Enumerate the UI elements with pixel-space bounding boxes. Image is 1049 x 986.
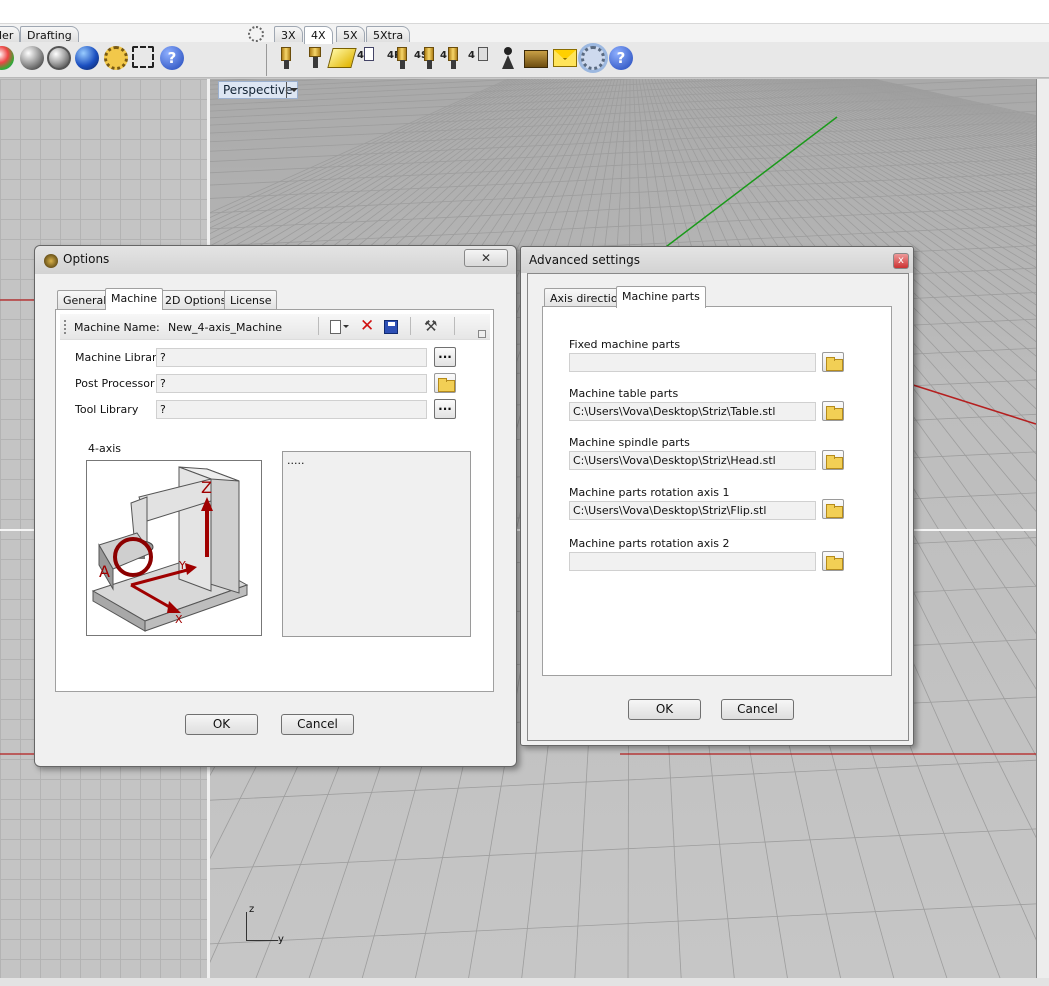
- drill-tool-icon[interactable]: [303, 46, 325, 70]
- help-icon-2[interactable]: ?: [609, 46, 633, 70]
- advanced-settings-dialog: Advanced settings x Axis direction Machi…: [520, 246, 914, 746]
- machine-name-label: Machine Name:: [74, 321, 160, 334]
- advanced-dialog-title: Advanced settings: [529, 253, 640, 267]
- machine-illustration: Z A Y X: [91, 466, 249, 632]
- machine-parts-panel: Fixed machine parts Machine table parts …: [542, 306, 892, 676]
- grip-handle[interactable]: [64, 320, 66, 334]
- envelope-icon[interactable]: [553, 49, 577, 67]
- app-icon: [44, 254, 58, 268]
- tool-library-browse-button[interactable]: ...: [434, 399, 456, 419]
- advanced-dialog-body: Axis direction Machine parts Fixed machi…: [527, 273, 909, 741]
- post-processor-field[interactable]: ?: [156, 374, 427, 393]
- tab-license[interactable]: License: [224, 290, 278, 310]
- tab-machine-parts[interactable]: Machine parts: [616, 286, 706, 308]
- material-sphere-icon[interactable]: [75, 46, 99, 70]
- rotation-axis-2-field[interactable]: [569, 552, 816, 571]
- rotation-axis-2-folder-icon[interactable]: [822, 551, 844, 571]
- ribbon-tab-strip: ler Drafting 3X 4X 5X 5Xtra: [0, 24, 1049, 44]
- fixed-machine-parts-label: Fixed machine parts: [569, 338, 681, 351]
- machine-library-field[interactable]: ?: [156, 348, 427, 367]
- z-axis-label: Z: [201, 478, 212, 497]
- save-icon[interactable]: [384, 320, 398, 334]
- tool-library-label: Tool Library: [75, 403, 139, 416]
- options-dialog-title: Options: [63, 252, 110, 266]
- post-processor-label: Post Processor: [75, 377, 155, 390]
- preview-label: 4-axis: [88, 442, 122, 455]
- stock-box-icon[interactable]: [327, 48, 357, 68]
- machine-preview-image: Z A Y X: [86, 460, 262, 636]
- status-strip: [0, 978, 1049, 986]
- 4axis-contour-icon[interactable]: 4: [468, 46, 490, 70]
- settings-gear-icon[interactable]: [104, 46, 128, 70]
- mill-tool-icon[interactable]: [274, 46, 296, 70]
- shaded-sphere-icon[interactable]: [20, 46, 44, 70]
- y-axis-label: Y: [178, 559, 186, 572]
- x-axis-label: X: [175, 613, 183, 626]
- a-axis-label: A: [99, 562, 110, 581]
- ribbon-tab-4x[interactable]: 4X: [304, 26, 333, 44]
- machine-name-value[interactable]: New_4-axis_Machine: [168, 321, 282, 334]
- tab-machine[interactable]: Machine: [105, 288, 164, 310]
- spindle-parts-label: Machine spindle parts: [569, 436, 690, 449]
- title-bar: [0, 0, 1049, 24]
- rotation-axis-1-label: Machine parts rotation axis 1: [569, 486, 730, 499]
- rotation-axis-1-field[interactable]: C:\Users\Vova\Desktop\Striz\Flip.stl: [569, 501, 816, 520]
- cancel-button[interactable]: Cancel: [281, 714, 354, 735]
- 4axis-roughing-icon[interactable]: 4: [357, 46, 379, 70]
- postprocess-icon[interactable]: [524, 50, 548, 68]
- tab-2d-options[interactable]: 2D Options: [159, 290, 233, 310]
- simulation-person-icon[interactable]: [496, 46, 520, 70]
- machine-library-label: Machine Library: [75, 351, 164, 364]
- table-parts-folder-icon[interactable]: [822, 401, 844, 421]
- cancel-button[interactable]: Cancel: [721, 699, 794, 720]
- rotation-axis-1-folder-icon[interactable]: [822, 499, 844, 519]
- close-button[interactable]: ✕: [464, 249, 508, 267]
- options-dialog-titlebar[interactable]: Options ✕: [35, 246, 516, 274]
- ok-button[interactable]: OK: [628, 699, 701, 720]
- gear-icon[interactable]: [248, 26, 264, 42]
- machine-description-box[interactable]: .....: [282, 451, 471, 637]
- tools-icon[interactable]: ⚒: [424, 317, 437, 335]
- spindle-parts-field[interactable]: C:\Users\Vova\Desktop\Striz\Head.stl: [569, 451, 816, 470]
- toolbar-divider: [266, 44, 267, 76]
- advanced-dialog-titlebar[interactable]: Advanced settings x: [521, 247, 913, 273]
- 4axis-finish-icon[interactable]: 4: [440, 46, 462, 70]
- machine-library-browse-button[interactable]: ...: [434, 347, 456, 367]
- 4axis-parallel-icon[interactable]: 4P: [387, 46, 409, 70]
- axis-gizmo: z y: [240, 904, 300, 948]
- delete-icon[interactable]: ✕: [360, 317, 374, 335]
- toolbar: ? 4 4P 4S 4 4 ?: [0, 42, 1049, 78]
- fixed-machine-parts-field[interactable]: [569, 353, 816, 372]
- 4axis-spiral-icon[interactable]: 4S: [414, 46, 436, 70]
- chevron-down-icon[interactable]: [343, 325, 349, 331]
- rotation-axis-2-label: Machine parts rotation axis 2: [569, 537, 730, 550]
- table-parts-field[interactable]: C:\Users\Vova\Desktop\Striz\Table.stl: [569, 402, 816, 421]
- close-button[interactable]: x: [893, 253, 909, 269]
- viewport-menu-dropdown[interactable]: [286, 82, 298, 98]
- axis-z-label: z: [249, 904, 255, 915]
- help-icon[interactable]: ?: [160, 46, 184, 70]
- post-processor-folder-icon[interactable]: [434, 373, 456, 393]
- tool-library-field[interactable]: ?: [156, 400, 427, 419]
- table-parts-label: Machine table parts: [569, 387, 679, 400]
- ok-button[interactable]: OK: [185, 714, 258, 735]
- overflow-chevron-icon[interactable]: [478, 330, 486, 338]
- axis-y-label: y: [278, 934, 284, 945]
- right-panel-edge: [1036, 79, 1049, 979]
- options-dialog-body: General Machine 2D Options License Machi…: [41, 274, 510, 760]
- rendered-sphere-icon[interactable]: [47, 46, 71, 70]
- fixed-machine-parts-folder-icon[interactable]: [822, 352, 844, 372]
- render-color-icon[interactable]: [0, 46, 14, 70]
- dimension-icon[interactable]: [132, 46, 154, 68]
- options-dialog: Options ✕ General Machine 2D Options Lic…: [34, 245, 517, 767]
- new-file-icon[interactable]: [330, 320, 341, 334]
- options-gear-icon[interactable]: [581, 46, 605, 70]
- machine-tab-panel: Machine Name: New_4-axis_Machine ✕ ⚒ Mac…: [55, 309, 494, 692]
- machine-name-toolbar: Machine Name: New_4-axis_Machine ✕ ⚒: [60, 314, 490, 340]
- spindle-parts-folder-icon[interactable]: [822, 450, 844, 470]
